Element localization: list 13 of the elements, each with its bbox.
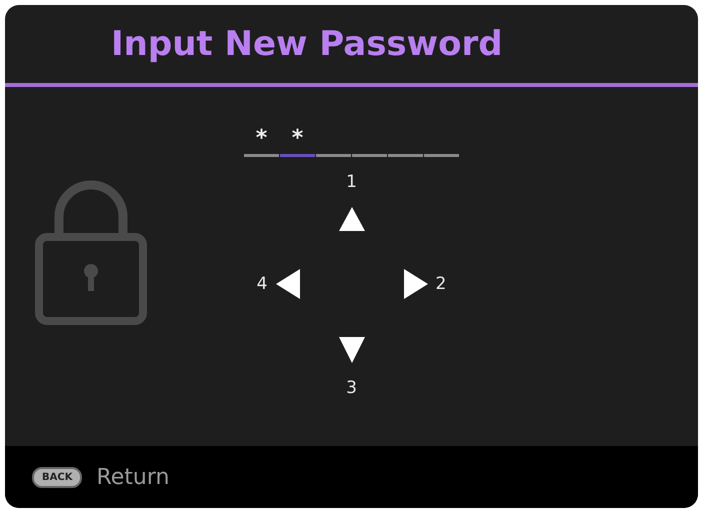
- left-arrow-icon: [276, 269, 300, 299]
- key-number: 4: [256, 273, 268, 295]
- window-title: Input New Password: [5, 5, 698, 87]
- down-arrow-icon: [338, 337, 364, 363]
- up-arrow-icon: [338, 207, 364, 231]
- back-key-badge: BACK: [32, 466, 82, 488]
- password-character: *: [292, 128, 304, 150]
- key-number: 1: [346, 171, 357, 193]
- key-number: 2: [436, 273, 446, 295]
- key-number: 3: [346, 377, 357, 399]
- password-character: *: [256, 128, 268, 150]
- return-label: Return: [96, 464, 170, 490]
- right-arrow-icon: [404, 269, 428, 299]
